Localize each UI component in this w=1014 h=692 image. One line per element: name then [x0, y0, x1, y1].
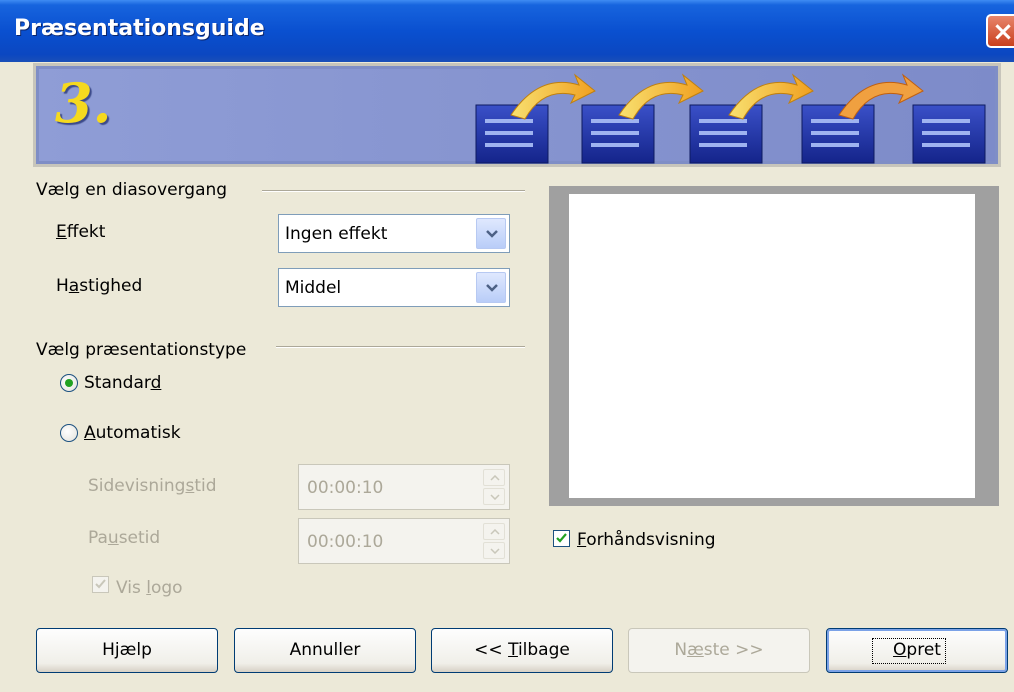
spin-down-button[interactable] — [483, 488, 505, 505]
close-icon: × — [992, 17, 1014, 47]
page-duration-label: Sidevisningstid — [88, 476, 217, 496]
preview-checkbox-label[interactable]: Forhåndsvisning — [577, 530, 716, 550]
spin-up-button[interactable] — [483, 469, 505, 486]
preview-canvas — [569, 194, 975, 498]
window-title: Præsentationsguide — [14, 16, 265, 41]
arrow-icon — [728, 73, 814, 120]
speed-select-value: Middel — [285, 278, 342, 298]
wizard-steps-graphic — [475, 73, 986, 164]
back-button[interactable]: << Tilbage — [431, 628, 613, 673]
next-button[interactable]: Næste >> — [628, 628, 810, 673]
speed-select[interactable]: Middel — [278, 268, 510, 307]
title-bar[interactable]: Præsentationsguide × — [0, 0, 1014, 62]
chevron-down-icon[interactable] — [476, 218, 506, 249]
preview-checkbox[interactable] — [553, 530, 570, 547]
automatic-radio[interactable] — [60, 424, 78, 442]
pause-duration-label: Pausetid — [88, 528, 161, 548]
pause-duration-value: 00:00:10 — [307, 532, 384, 552]
cancel-button[interactable]: Annuller — [234, 628, 416, 673]
focus-indicator — [872, 638, 946, 664]
page-icon — [912, 104, 986, 164]
chevron-down-icon[interactable] — [476, 272, 506, 303]
pause-duration-spinner[interactable]: 00:00:10 — [298, 518, 510, 564]
help-button[interactable]: Hjælp — [36, 628, 218, 673]
wizard-banner: 3. — [33, 63, 1001, 167]
page-icon — [801, 104, 875, 164]
checkmark-icon — [95, 579, 106, 589]
section-separator — [262, 190, 525, 192]
standard-radio[interactable] — [60, 374, 78, 392]
page-duration-spinner[interactable]: 00:00:10 — [298, 464, 510, 510]
automatic-radio-label[interactable]: Automatisk — [84, 423, 181, 443]
standard-radio-label[interactable]: Standard — [84, 373, 161, 393]
page-icon — [689, 104, 763, 164]
effect-select[interactable]: Ingen effekt — [278, 214, 510, 253]
page-icon — [581, 104, 655, 164]
type-section-title: Vælg præsentationstype — [36, 340, 247, 360]
effect-select-value: Ingen effekt — [285, 224, 388, 244]
transition-section-title: Vælg en diasovergang — [36, 180, 228, 200]
spin-up-button[interactable] — [483, 523, 505, 540]
arrow-icon — [838, 73, 924, 120]
section-separator — [276, 346, 525, 348]
close-button[interactable]: × — [986, 14, 1014, 48]
page-duration-value: 00:00:10 — [307, 478, 384, 498]
speed-label: Hastighed — [56, 276, 143, 296]
spin-down-button[interactable] — [483, 542, 505, 559]
checkmark-icon — [556, 533, 567, 543]
preview-pane — [549, 186, 999, 506]
show-logo-checkbox[interactable] — [92, 576, 109, 593]
effect-label: Effekt — [56, 222, 106, 242]
show-logo-label: Vis logo — [116, 578, 183, 598]
